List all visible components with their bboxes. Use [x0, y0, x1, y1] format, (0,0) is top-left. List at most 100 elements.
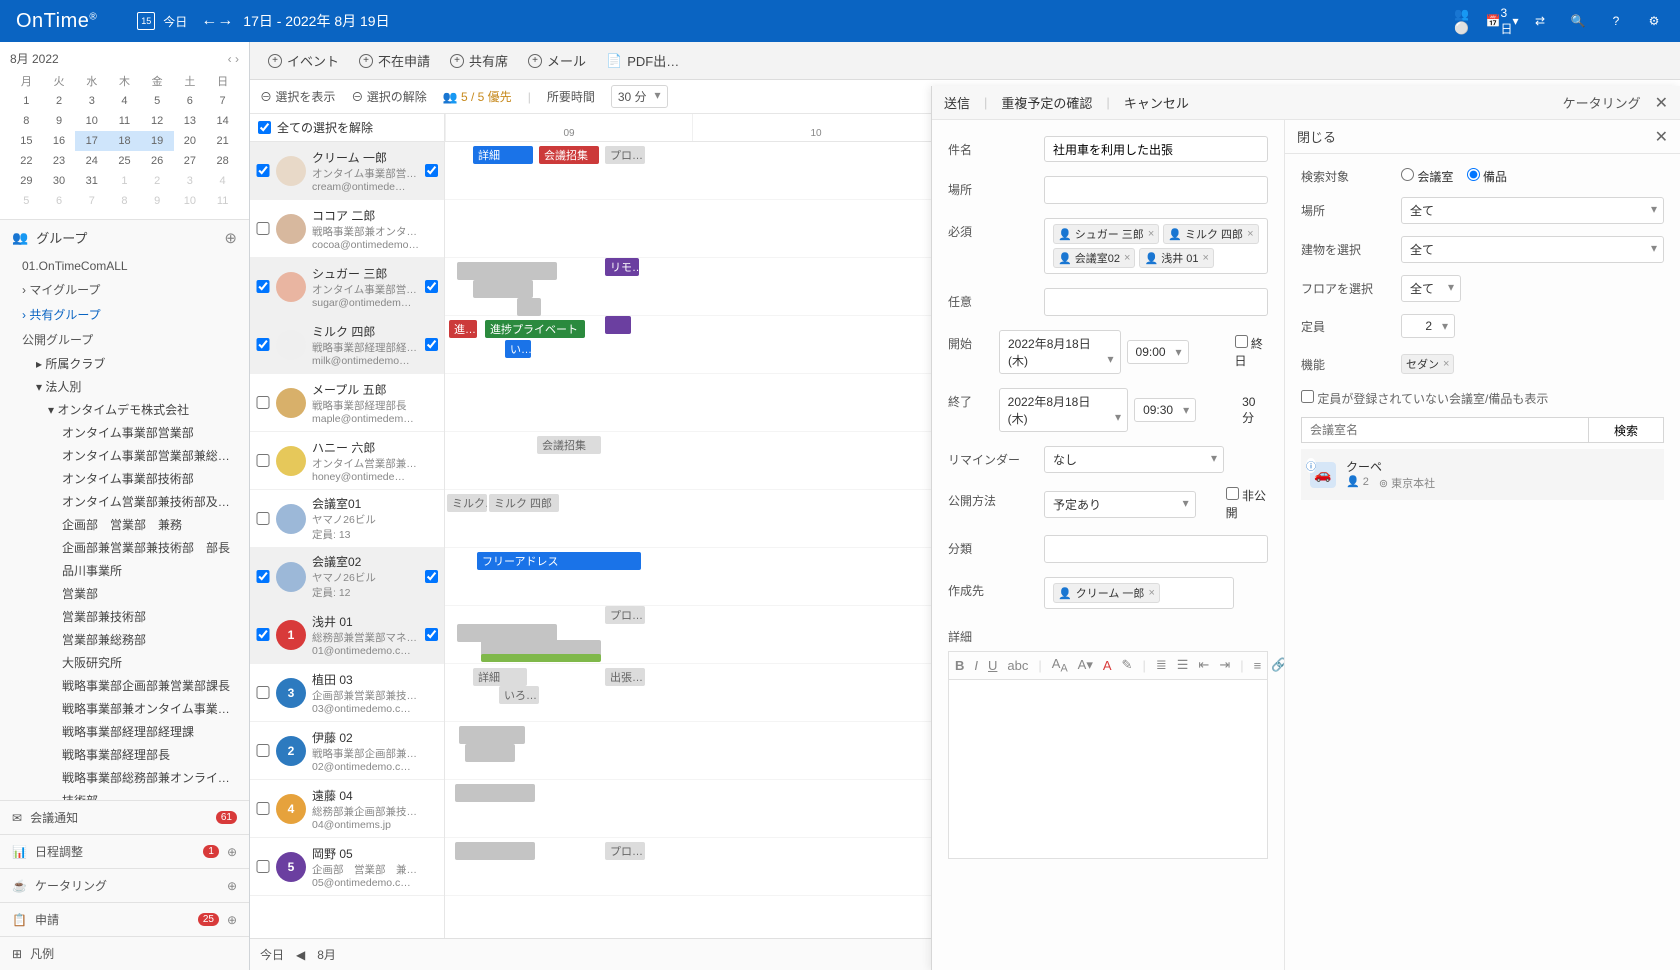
end-date-select[interactable]: 2022年8月18日 (木)	[999, 388, 1128, 432]
minical-day[interactable]: 26	[141, 151, 174, 171]
tree-item[interactable]: 大阪研究所	[8, 651, 241, 674]
underline-icon[interactable]: U	[988, 658, 997, 673]
tree-item[interactable]: ▾ 法人別	[8, 375, 241, 398]
person-row[interactable]: シュガー 三郎オンタイム事業部営…sugar@ontimedem…	[250, 258, 444, 316]
event-block[interactable]: 進捗プライベート	[485, 320, 585, 338]
person-flag-checkbox[interactable]	[425, 628, 438, 641]
tree-item[interactable]: ▸ 所属クラブ	[8, 352, 241, 375]
minical-day[interactable]: 17	[75, 131, 108, 151]
event-block[interactable]	[473, 280, 533, 298]
person-flag-checkbox[interactable]	[425, 338, 438, 351]
add-group-icon[interactable]: ⊕	[224, 229, 237, 247]
attendee-chip[interactable]: 👤 シュガー 三郎 ×	[1053, 224, 1159, 244]
minical-day[interactable]: 23	[43, 151, 76, 171]
event-block[interactable]	[455, 784, 535, 802]
event-block[interactable]: い…	[505, 340, 531, 358]
duration-select[interactable]: 30 分	[611, 85, 668, 108]
tree-item[interactable]: 戦略事業部経理部経理課	[8, 720, 241, 743]
send-button[interactable]: 送信	[944, 93, 970, 112]
show-selection-button[interactable]: ⊖ 選択を表示	[260, 88, 335, 105]
start-date-select[interactable]: 2022年8月18日 (木)	[999, 330, 1121, 374]
remove-chip-icon[interactable]: ×	[1124, 252, 1130, 264]
minical-day[interactable]: 4	[108, 91, 141, 111]
minical-day[interactable]: 10	[174, 191, 207, 211]
minical-day[interactable]: 12	[141, 111, 174, 131]
align-icon[interactable]: ≡	[1254, 658, 1262, 673]
location-input[interactable]	[1044, 176, 1268, 204]
event-block[interactable]: ミルク 四郎	[489, 494, 559, 512]
minical-day[interactable]: 30	[43, 171, 76, 191]
person-flag-checkbox[interactable]	[425, 164, 438, 177]
remove-chip-icon[interactable]: ×	[1247, 228, 1253, 240]
gear-icon[interactable]: ⚙	[1644, 11, 1664, 31]
event-block[interactable]: フリーアドレス	[477, 552, 641, 570]
tree-item[interactable]: 企画部兼営業部兼技術部 部長	[8, 536, 241, 559]
select-all-checkbox[interactable]	[258, 121, 271, 134]
minical-day[interactable]: 9	[43, 111, 76, 131]
minical-day[interactable]: 9	[141, 191, 174, 211]
person-checkbox[interactable]	[256, 512, 270, 525]
rte-toolbar[interactable]: B I U abc | AA A▾ A ✎ | ≣	[948, 651, 1268, 679]
minical-day[interactable]: 6	[174, 91, 207, 111]
minical-day[interactable]: 14	[206, 111, 239, 131]
event-block[interactable]	[457, 262, 557, 280]
settings-sliders-icon[interactable]: ⇄	[1530, 11, 1550, 31]
attendee-chip[interactable]: 👤 浅井 01 ×	[1139, 248, 1213, 268]
bottom-prev-icon[interactable]: ◀	[296, 948, 305, 962]
subject-input[interactable]	[1044, 136, 1268, 162]
person-row[interactable]: 2伊藤 02戦略事業部企画部兼…02@ontimedemo.c…	[250, 722, 444, 780]
person-row[interactable]: ハニー 六郎オンタイム営業部兼…honey@ontimede…	[250, 432, 444, 490]
publish-select[interactable]: 予定あり	[1044, 491, 1196, 518]
minical-day[interactable]: 27	[174, 151, 207, 171]
event-block[interactable]	[455, 842, 535, 860]
minical-day[interactable]: 7	[206, 91, 239, 111]
mini-calendar[interactable]: 8月 2022 ‹ › 月火水木金土日123456789101112131415…	[0, 42, 249, 219]
my-group[interactable]: › マイグループ	[0, 277, 249, 302]
event-block[interactable]	[605, 316, 631, 334]
minical-day[interactable]: 2	[43, 91, 76, 111]
clear-selection-button[interactable]: ⊖ 選択の解除	[351, 88, 426, 105]
person-checkbox[interactable]	[256, 222, 270, 235]
modal-close-icon[interactable]: ✕	[1655, 93, 1668, 113]
today-control[interactable]: 15 今日	[137, 12, 187, 30]
person-checkbox[interactable]	[256, 686, 270, 699]
search-button[interactable]: 検索	[1588, 417, 1664, 443]
check-overlap-button[interactable]: 重複予定の確認	[1001, 93, 1092, 112]
add-icon[interactable]: ⊕	[227, 913, 237, 927]
person-row[interactable]: ココア 二郎戦略事業部兼オンタ…cocoa@ontimedemo…	[250, 200, 444, 258]
indent-icon[interactable]: ⇤	[1198, 657, 1209, 673]
outdent-icon[interactable]: ⇥	[1219, 657, 1230, 673]
person-row[interactable]: 会議室02ヤマノ26ビル定員: 12	[250, 548, 444, 606]
tree-item[interactable]: 戦略事業部総務部兼オンライム…	[8, 766, 241, 789]
minical-day[interactable]: 10	[75, 111, 108, 131]
minical-day[interactable]: 6	[43, 191, 76, 211]
optional-input[interactable]	[1044, 288, 1268, 316]
person-checkbox[interactable]	[256, 338, 270, 351]
catering-close-icon[interactable]: ✕	[1655, 127, 1668, 147]
rte-editor[interactable]	[948, 679, 1268, 859]
minical-day[interactable]: 21	[206, 131, 239, 151]
minical-day[interactable]: 1	[108, 171, 141, 191]
attendee-chip[interactable]: 👤 会議室02 ×	[1053, 248, 1135, 268]
tree-item[interactable]: ▾ オンタイムデモ株式会社	[8, 398, 241, 421]
tree-item[interactable]: オンタイム事業部技術部	[8, 467, 241, 490]
event-button[interactable]: +イベント	[260, 47, 347, 74]
remove-chip-icon[interactable]: ×	[1148, 228, 1154, 240]
event-block[interactable]: 詳細	[473, 146, 533, 164]
tree-item[interactable]: 品川事業所	[8, 559, 241, 582]
event-block[interactable]: 詳細	[473, 668, 527, 686]
minical-day[interactable]: 5	[141, 91, 174, 111]
person-checkbox[interactable]	[256, 164, 270, 177]
tree-item[interactable]: 戦略事業部兼オンタイム事業部…	[8, 697, 241, 720]
minical-day[interactable]: 7	[75, 191, 108, 211]
tree-item[interactable]: 技術部	[8, 789, 241, 800]
person-flag-checkbox[interactable]	[425, 570, 438, 583]
minical-day[interactable]: 18	[108, 131, 141, 151]
tree-item[interactable]: 営業部	[8, 582, 241, 605]
next-arrow-icon[interactable]: →	[217, 12, 233, 30]
event-block[interactable]	[517, 298, 541, 316]
created-input[interactable]: 👤 クリーム 一郎 ×	[1044, 577, 1234, 609]
shared-group[interactable]: › 共有グループ	[0, 302, 249, 327]
person-row[interactable]: メープル 五郎戦略事業部経理部長maple@ontimedem…	[250, 374, 444, 432]
minical-day[interactable]: 8	[10, 111, 43, 131]
